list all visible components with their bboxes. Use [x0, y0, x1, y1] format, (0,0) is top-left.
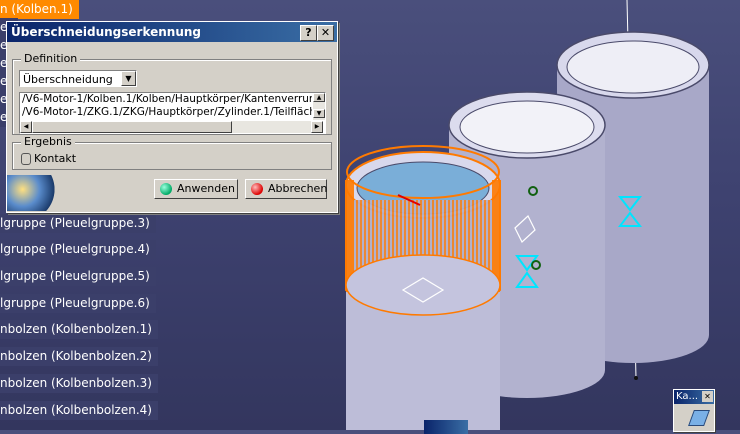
horizontal-scrollbar[interactable]: ◀ ▶ [20, 121, 323, 133]
scroll-down-icon[interactable]: ▼ [313, 109, 325, 118]
tree-item[interactable]: n (Kolben.1) [0, 0, 79, 19]
vertical-scrollbar[interactable]: ▲ ▼ [313, 93, 325, 120]
tree-item[interactable]: nbolzen (Kolbenbolzen.4) [0, 401, 158, 420]
help-button[interactable]: ? [300, 25, 317, 41]
result-label: Ergebnis [21, 135, 75, 148]
close-button[interactable]: ✕ [317, 25, 334, 41]
list-item[interactable]: /V6-Motor-1/Kolben.1/Kolben/Hauptkörper/… [20, 93, 312, 106]
axis-endpoint [634, 376, 638, 380]
apply-icon [160, 183, 172, 195]
list-item[interactable]: /V6-Motor-1/ZKG.1/ZKG/Hauptkörper/Zylind… [20, 106, 312, 119]
floating-toolbar-close[interactable]: ✕ [702, 391, 713, 402]
catalog-icon[interactable] [688, 410, 710, 426]
cancel-icon [251, 183, 263, 195]
type-select-value: Überschneidung [23, 73, 113, 86]
dialog-title-bar: Überschneidungserkennung ? ✕ [7, 22, 337, 42]
tree-item[interactable]: nbolzen (Kolbenbolzen.3) [0, 374, 158, 393]
type-select[interactable]: Überschneidung ▼ [19, 70, 137, 87]
result-row: Kontakt [21, 152, 76, 166]
tree-item[interactable]: lgruppe (Pleuelgruppe.6) [0, 294, 156, 313]
floating-toolbar-title-bar[interactable]: Ka... ✕ [674, 390, 714, 404]
scroll-up-icon[interactable]: ▲ [313, 93, 325, 102]
apply-label: Anwenden [177, 182, 235, 195]
cancel-button[interactable]: Abbrechen [245, 179, 327, 199]
tree-item[interactable]: lgruppe (Pleuelgruppe.4) [0, 240, 156, 259]
tree-item[interactable]: nbolzen (Kolbenbolzen.1) [0, 320, 158, 339]
chevron-down-icon[interactable]: ▼ [121, 71, 136, 86]
scroll-right-icon[interactable]: ▶ [311, 121, 323, 133]
scrollbar-thumb[interactable] [32, 121, 232, 133]
tree-item[interactable]: lgruppe (Pleuelgruppe.3) [0, 214, 156, 233]
components-list[interactable]: /V6-Motor-1/Kolben.1/Kolben/Hauptkörper/… [19, 92, 326, 134]
tree-item[interactable]: lgruppe (Pleuelgruppe.5) [0, 267, 156, 286]
scroll-left-icon[interactable]: ◀ [20, 121, 32, 133]
clash-detection-dialog: Überschneidungserkennung ? ✕ Definition … [6, 21, 338, 213]
dialog-title: Überschneidungserkennung [11, 25, 202, 39]
result-value: Kontakt [34, 152, 77, 165]
globe-icon [7, 175, 59, 211]
floating-toolbar[interactable]: Ka... ✕ [673, 389, 715, 432]
tree-item[interactable]: nbolzen (Kolbenbolzen.2) [0, 347, 158, 366]
contact-icon [21, 153, 31, 165]
cancel-label: Abbrechen [268, 182, 328, 195]
bottom-toolbar-title-bar[interactable] [424, 420, 468, 434]
definition-label: Definition [21, 52, 81, 65]
apply-button[interactable]: Anwenden [154, 179, 238, 199]
floating-toolbar-title: Ka... [676, 391, 699, 402]
